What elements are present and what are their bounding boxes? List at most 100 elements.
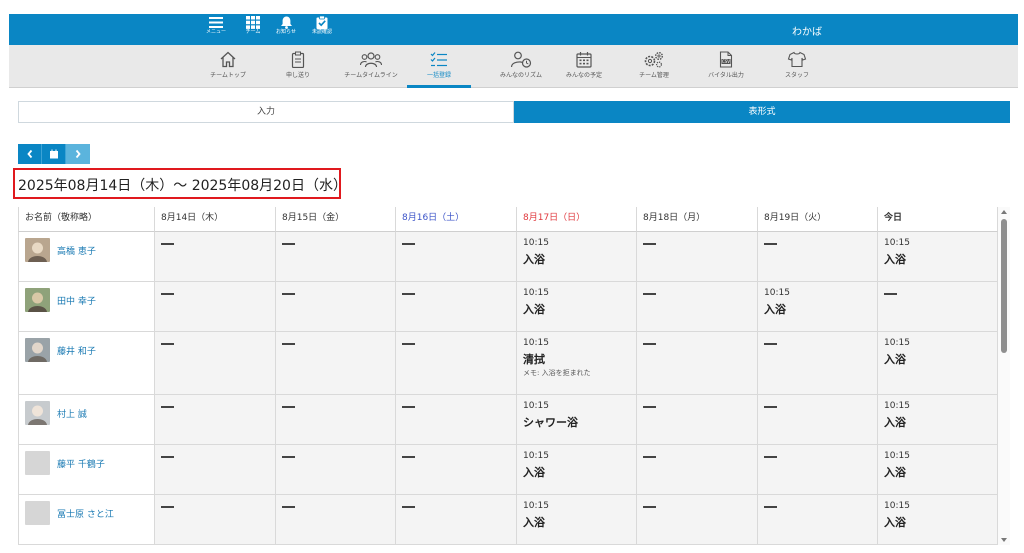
shirt-icon — [787, 51, 807, 68]
resident-cell[interactable]: 藤平 千鶴子 — [18, 445, 155, 495]
schedule-cell[interactable]: 10:15 入浴 — [517, 232, 637, 282]
nav-label: バイタル出力 — [708, 72, 744, 79]
schedule-cell[interactable] — [276, 445, 396, 495]
prev-week-button[interactable] — [18, 144, 42, 164]
header-day: 8月15日（金） — [276, 207, 396, 232]
resident-name-link[interactable]: 藤井 和子 — [57, 344, 96, 357]
schedule-cell[interactable]: 10:15 シャワー浴 — [517, 395, 637, 445]
chevron-left-icon — [26, 149, 32, 159]
schedule-cell[interactable] — [637, 232, 758, 282]
schedule-cell[interactable]: 10:15 入浴 — [517, 495, 637, 545]
schedule-cell[interactable] — [396, 445, 517, 495]
calendar-picker-button[interactable] — [42, 144, 66, 164]
nav-team-timeline[interactable]: チームタイムライン — [339, 45, 403, 88]
schedule-cell[interactable] — [637, 445, 758, 495]
schedule-cell[interactable] — [396, 395, 517, 445]
schedule-cell[interactable] — [637, 282, 758, 332]
schedule-cell[interactable] — [155, 332, 276, 395]
nav-label: チームトップ — [210, 72, 246, 79]
schedule-cell[interactable] — [155, 395, 276, 445]
schedule-cell[interactable]: 10:15 清拭 メモ: 入浴を拒まれた — [517, 332, 637, 395]
tab-input[interactable]: 入力 — [18, 101, 514, 123]
resident-name-link[interactable]: 冨士原 さと江 — [57, 507, 114, 520]
schedule-cell[interactable] — [276, 495, 396, 545]
nav-bulk-register[interactable]: 一括登録 — [407, 45, 471, 88]
schedule-cell[interactable] — [396, 282, 517, 332]
schedule-cell[interactable] — [276, 395, 396, 445]
schedule-cell[interactable]: 10:15 入浴 — [517, 445, 637, 495]
unread-check-button[interactable]: 未読確認 — [305, 16, 339, 36]
nav-staff[interactable]: スタッフ — [765, 45, 829, 88]
schedule-cell[interactable]: 10:15 入浴 — [517, 282, 637, 332]
nav-everyone-rhythm[interactable]: みんなのリズム — [489, 45, 553, 88]
schedule-cell[interactable] — [637, 332, 758, 395]
menu-button[interactable]: メニュー — [199, 16, 233, 36]
schedule-cell[interactable] — [155, 282, 276, 332]
schedule-cell[interactable] — [396, 495, 517, 545]
no-record-dash — [161, 243, 174, 245]
nav-label: みんなの予定 — [565, 72, 602, 79]
resident-name-link[interactable]: 田中 幸子 — [57, 294, 96, 307]
scroll-up-arrow[interactable] — [1001, 210, 1007, 214]
schedule-cell[interactable] — [155, 445, 276, 495]
notifications-button[interactable]: お知らせ — [269, 16, 303, 36]
schedule-cell[interactable] — [276, 232, 396, 282]
svg-text:CSV: CSV — [722, 59, 730, 64]
nav-vital-export[interactable]: CSV バイタル出力 — [694, 45, 758, 88]
tab-table-view[interactable]: 表形式 — [514, 101, 1010, 123]
no-record-dash — [161, 406, 174, 408]
event-time: 10:15 — [523, 288, 549, 298]
schedule-cell[interactable] — [758, 395, 878, 445]
resident-cell[interactable]: 冨士原 さと江 — [18, 495, 155, 545]
nav-everyone-schedule[interactable]: みんなの予定 — [552, 45, 616, 88]
event-time: 10:15 — [523, 401, 549, 411]
schedule-cell[interactable] — [758, 495, 878, 545]
event-time: 10:15 — [884, 451, 910, 461]
scroll-down-arrow[interactable] — [1001, 538, 1007, 542]
avatar-placeholder — [25, 451, 50, 475]
nav-team-management[interactable]: チーム管理 — [622, 45, 686, 88]
schedule-cell[interactable]: 10:15 入浴 — [878, 332, 998, 395]
no-record-dash — [764, 406, 777, 408]
schedule-cell[interactable] — [396, 332, 517, 395]
no-record-dash — [643, 343, 656, 345]
event-time: 10:15 — [884, 501, 910, 511]
schedule-cell[interactable] — [637, 395, 758, 445]
resident-name-link[interactable]: 藤平 千鶴子 — [57, 457, 105, 470]
schedule-cell[interactable] — [155, 495, 276, 545]
schedule-cell[interactable] — [758, 445, 878, 495]
no-record-dash — [643, 293, 656, 295]
schedule-cell[interactable] — [758, 332, 878, 395]
next-week-button[interactable] — [66, 144, 90, 164]
bell-icon — [280, 16, 292, 29]
facility-name[interactable]: わかば — [792, 23, 822, 38]
schedule-table: お名前（敬称略） 8月14日（木） 8月15日（金） 8月16日（土） 8月17… — [18, 207, 998, 545]
schedule-cell[interactable] — [276, 282, 396, 332]
table-scrollbar[interactable] — [998, 207, 1010, 545]
schedule-cell[interactable] — [155, 232, 276, 282]
schedule-cell[interactable] — [276, 332, 396, 395]
schedule-cell[interactable] — [637, 495, 758, 545]
no-record-dash — [643, 506, 656, 508]
schedule-cell[interactable] — [396, 232, 517, 282]
resident-cell[interactable]: 高橋 恵子 — [18, 232, 155, 282]
schedule-cell[interactable] — [758, 232, 878, 282]
schedule-cell[interactable]: 10:15 入浴 — [878, 232, 998, 282]
schedule-cell[interactable]: 10:15 入浴 — [878, 495, 998, 545]
scroll-thumb[interactable] — [1001, 219, 1007, 353]
notifications-label: お知らせ — [276, 29, 296, 35]
nav-handover[interactable]: 申し送り — [266, 45, 330, 88]
team-nav: チームトップ 申し送り チームタイムライン 一括登録 みんなのリズム みんなの予… — [9, 45, 1018, 88]
team-button[interactable]: チーム — [236, 16, 270, 36]
resident-name-link[interactable]: 高橋 恵子 — [57, 244, 96, 257]
schedule-cell[interactable]: 10:15 入浴 — [878, 445, 998, 495]
nav-team-top[interactable]: チームトップ — [196, 45, 260, 88]
resident-name-link[interactable]: 村上 誠 — [57, 407, 87, 420]
resident-cell[interactable]: 藤井 和子 — [18, 332, 155, 395]
resident-cell[interactable]: 村上 誠 — [18, 395, 155, 445]
schedule-cell[interactable]: 10:15 入浴 — [878, 395, 998, 445]
schedule-cell[interactable]: 10:15 入浴 — [758, 282, 878, 332]
no-record-dash — [282, 343, 295, 345]
schedule-cell[interactable] — [878, 282, 998, 332]
resident-cell[interactable]: 田中 幸子 — [18, 282, 155, 332]
